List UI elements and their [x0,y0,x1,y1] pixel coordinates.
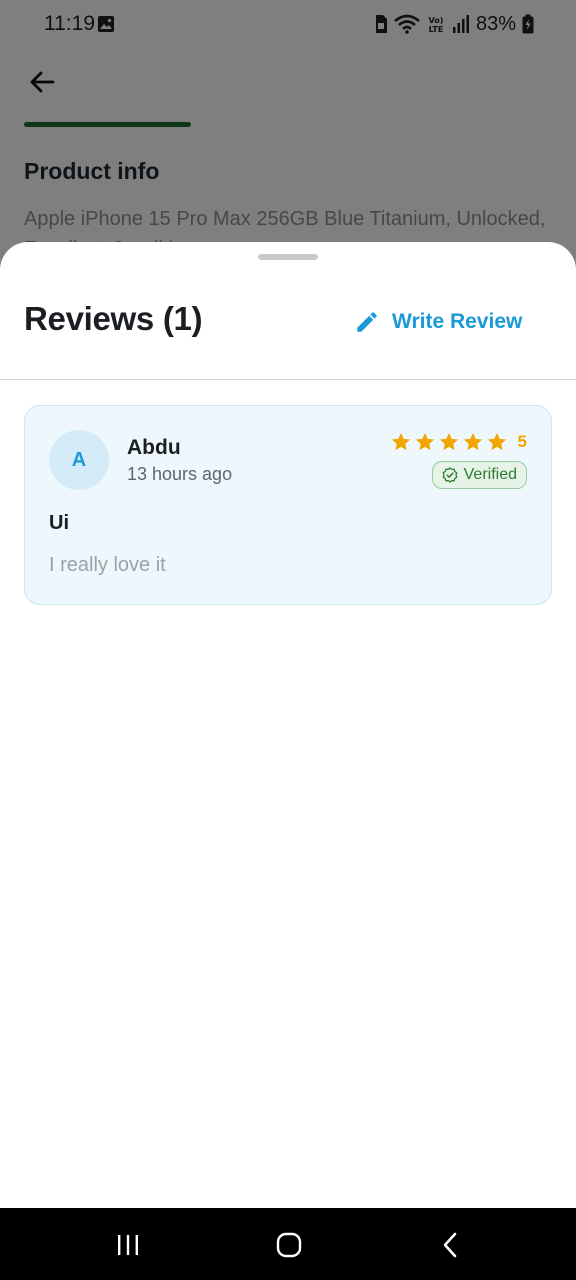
reviews-bottom-sheet: Reviews (1) Write Review A Abdu 13 hours… [0,242,576,1208]
home-icon[interactable] [274,1230,304,1260]
divider [0,379,576,380]
drag-handle[interactable] [258,254,318,260]
reviewer-name: Abdu [127,436,181,459]
review-time: 13 hours ago [127,464,233,484]
star-icon [487,432,506,451]
review-body: I really love it [49,554,166,576]
reviews-title: Reviews (1) [24,300,203,337]
star-icon [439,432,458,451]
verified-check-icon [442,467,458,483]
star-icon [463,432,482,451]
review-title: Ui [49,512,69,534]
pencil-icon [357,312,377,332]
avatar: A [49,430,109,490]
verified-label: Verified [463,466,517,483]
star-icon [415,432,434,451]
write-review-button[interactable]: Write Review [354,306,522,338]
rating-number: 5 [517,432,527,451]
write-review-label: Write Review [392,310,523,333]
star-icon [391,432,410,451]
system-nav-bar [0,1208,576,1280]
screen: 11:19 Vo) LTE [0,0,576,1280]
back-nav-icon[interactable] [436,1230,466,1260]
star-rating: 5 [390,430,527,454]
verified-badge: Verified [431,461,527,489]
recent-apps-icon[interactable] [113,1230,143,1260]
review-card: A Abdu 13 hours ago 5 Verified Ui I real… [24,405,552,605]
